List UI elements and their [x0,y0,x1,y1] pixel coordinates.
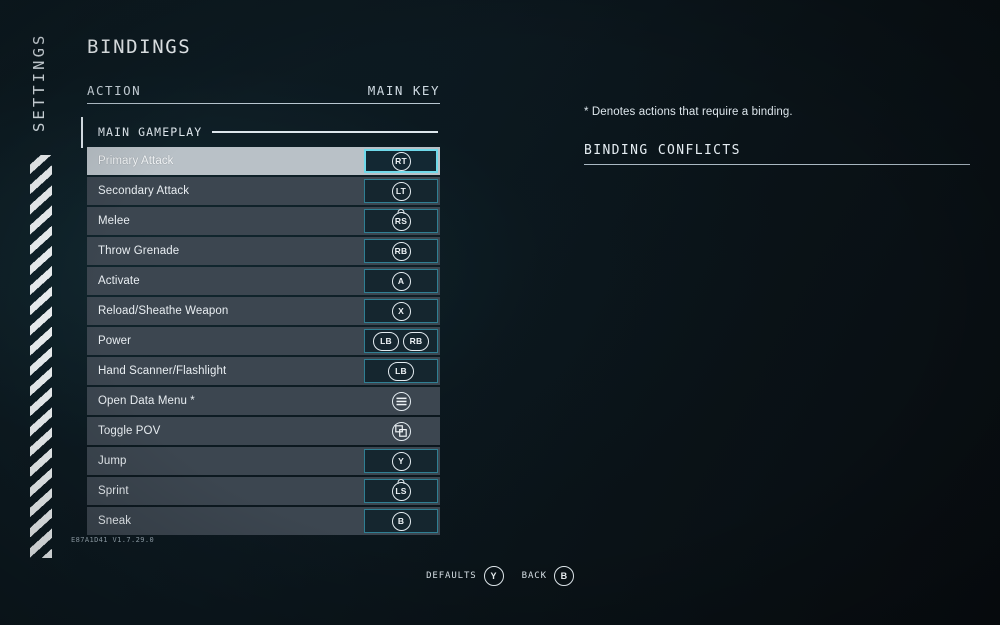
binding-action-label: Toggle POV [98,425,161,437]
binding-key-cell[interactable]: LB [364,359,438,383]
key-glyph-label: B [560,570,568,581]
binding-key-cell[interactable]: X [364,299,438,323]
window-icon [391,421,411,441]
settings-vertical-label: SETTINGS [30,32,48,132]
section-header: MAIN GAMEPLAY [87,117,440,147]
binding-row[interactable]: Reload/Sheathe Weapon X [87,297,440,325]
binding-row[interactable]: Secondary Attack LT [87,177,440,205]
column-header-main-key: MAIN KEY [367,83,440,98]
section-main-gameplay: MAIN GAMEPLAY Primary Attack RT Secondary … [81,117,440,535]
key-glyph-label: Y [398,455,404,466]
key-glyph-b: B [391,511,411,531]
binding-action-label: Primary Attack [98,155,174,167]
binding-action-label: Jump [98,455,127,467]
key-glyph-lt: LT [391,181,411,201]
key-glyph-label: A [397,275,405,286]
footer-button-label: BACK [521,571,547,581]
page-title: BINDINGS [87,36,192,58]
footer-button-back[interactable]: BACK B [522,566,574,586]
settings-rail: SETTINGS [0,0,70,625]
binding-row[interactable]: Sprint LS [87,477,440,505]
section-accent-bar [81,117,83,148]
key-glyph-label: LT [395,185,407,196]
binding-key-cell[interactable]: RS [364,208,438,233]
column-header-action: ACTION [87,83,142,98]
key-glyph-label: RB [409,335,423,346]
key-glyph-x: X [391,301,411,321]
key-glyph-label: LS [395,485,407,496]
key-glyph-rs: RS [391,208,411,231]
stick-press-nub [397,208,405,214]
binding-action-label: Sprint [98,485,129,497]
binding-key-cell[interactable]: LT [364,179,438,203]
binding-row[interactable]: Throw Grenade RB [87,237,440,265]
binding-requirement-note: * Denotes actions that require a binding… [584,106,793,118]
binding-row[interactable]: Open Data Menu * [87,387,440,415]
key-glyph-label: B [397,515,405,526]
binding-action-label: Secondary Attack [98,185,190,197]
key-glyph-lb: LB [388,361,414,381]
binding-row[interactable]: Sneak B [87,507,440,535]
key-glyph-label: RB [394,245,408,256]
binding-action-label: Open Data Menu * [98,395,195,407]
binding-key-cell[interactable]: A [364,269,438,293]
binding-action-label: Hand Scanner/Flashlight [98,365,227,377]
binding-action-label: Power [98,335,132,347]
binding-row[interactable]: Primary Attack RT [87,147,440,175]
binding-key-cell[interactable]: RB [364,239,438,263]
column-header: ACTION MAIN KEY [87,83,440,104]
bindings-panel: BINDINGS ACTION MAIN KEY MAIN GAMEPLAY P… [81,36,447,537]
key-glyph-a: A [391,271,411,291]
footer-button-label: DEFAULTS [426,571,477,581]
key-glyph-b: B [553,566,574,586]
key-glyph-label: Y [490,570,497,581]
info-panel: * Denotes actions that require a binding… [584,106,970,165]
binding-action-label: Activate [98,275,140,287]
binding-conflicts-title: BINDING CONFLICTS [584,143,970,165]
footer-actions: DEFAULTS Y BACK B [0,566,1000,586]
binding-key-cell[interactable]: RT [364,149,438,173]
footer-button-defaults[interactable]: DEFAULTS Y [426,566,504,586]
key-glyph-label: LB [380,335,392,346]
binding-row[interactable]: Hand Scanner/Flashlight LB [87,357,440,385]
binding-key-cell[interactable] [364,419,438,443]
build-version-code: E87A1D41 V1.7.29.0 [71,536,155,544]
binding-key-cell[interactable]: LS [364,478,438,503]
key-glyph-rb: RB [403,331,429,351]
binding-key-cell[interactable] [364,389,438,413]
key-glyph-rb: RB [391,241,411,261]
binding-row[interactable]: Jump Y [87,447,440,475]
key-glyph-label: LB [395,365,407,376]
key-glyph-label: X [398,305,404,316]
key-glyph-y: Y [483,566,504,586]
binding-key-cell[interactable]: B [364,509,438,533]
key-glyph-label: RT [395,155,407,166]
section-divider [212,131,438,133]
binding-action-label: Throw Grenade [98,245,180,257]
binding-row[interactable]: Melee RS [87,207,440,235]
bindings-list: Primary Attack RT Secondary Attack LT Melee R… [87,147,440,535]
binding-key-cell[interactable]: LB RB [364,329,438,353]
binding-key-cell[interactable]: Y [364,449,438,473]
key-glyph-label: RS [394,215,408,226]
key-glyph-ls: LS [391,478,411,501]
binding-row[interactable]: Power LB RB [87,327,440,355]
binding-row[interactable]: Toggle POV [87,417,440,445]
binding-action-label: Melee [98,215,130,227]
section-title: MAIN GAMEPLAY [98,125,203,139]
diagonal-stripes-icon [30,155,52,558]
binding-action-label: Sneak [98,515,132,527]
menu-icon [391,391,411,411]
binding-action-label: Reload/Sheathe Weapon [98,305,229,317]
binding-row[interactable]: Activate A [87,267,440,295]
key-glyph-y: Y [391,451,411,471]
stick-press-nub [397,478,405,484]
key-glyph-rt: RT [391,151,411,171]
key-glyph-lb: LB [373,331,399,351]
